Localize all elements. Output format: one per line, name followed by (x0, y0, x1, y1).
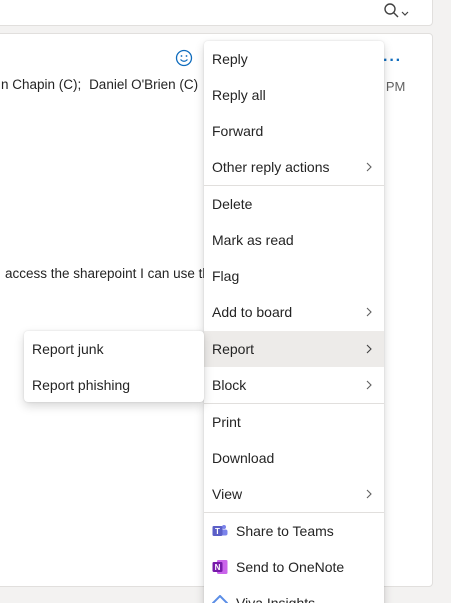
recipient-list: n Chapin (C); Daniel O'Brien (C) + (1, 77, 214, 92)
svg-text:N: N (215, 563, 221, 572)
recipient[interactable]: Daniel O'Brien (C) (89, 77, 198, 92)
message-body-text: access the sharepoint I can use tl (5, 266, 206, 281)
chevron-right-icon (366, 344, 372, 354)
teams-icon: T (212, 525, 228, 536)
svg-text:T: T (215, 527, 220, 536)
menu-item-flag[interactable]: Flag (204, 258, 384, 294)
menu-item-label: Flag (212, 268, 240, 284)
menu-item-download[interactable]: Download (204, 440, 384, 476)
menu-item-report-junk[interactable]: Report junk (24, 331, 204, 367)
menu-item-label: Download (212, 450, 275, 466)
menu-item-print[interactable]: Print (204, 404, 384, 440)
menu-item-label: Report phishing (32, 377, 131, 393)
search-bar (0, 0, 433, 26)
context-menu: Reply Reply all Forward Other reply acti… (204, 41, 384, 603)
menu-item-label: Add to board (212, 304, 293, 320)
chevron-right-icon (366, 489, 372, 499)
menu-item-label: Report (212, 341, 255, 357)
menu-item-block[interactable]: Block (204, 367, 384, 403)
menu-item-forward[interactable]: Forward (204, 113, 384, 149)
more-actions-button[interactable]: ··· (383, 53, 402, 69)
menu-item-send-to-onenote[interactable]: N Send to OneNote (204, 549, 384, 585)
menu-item-label: Delete (212, 196, 253, 212)
menu-item-label: Reply all (212, 87, 266, 103)
menu-item-label: Block (212, 377, 247, 393)
search-icon[interactable] (380, 3, 410, 21)
menu-item-add-to-board[interactable]: Add to board (204, 294, 384, 330)
chevron-right-icon (366, 307, 372, 317)
chevron-right-icon (366, 380, 372, 390)
onenote-icon: N (212, 560, 228, 574)
menu-item-label: Forward (212, 123, 264, 139)
menu-item-label: Report junk (32, 341, 104, 357)
menu-item-label: Viva Insights (236, 595, 316, 603)
menu-item-reply-all[interactable]: Reply all (204, 77, 384, 113)
outlook-page: ··· n Chapin (C); Daniel O'Brien (C) + 1… (0, 0, 451, 603)
menu-item-delete[interactable]: Delete (204, 186, 384, 222)
menu-item-report[interactable]: Report (204, 331, 384, 367)
menu-item-label: Reply (212, 51, 248, 67)
menu-item-mark-as-read[interactable]: Mark as read (204, 222, 384, 258)
menu-item-label: Other reply actions (212, 159, 330, 175)
menu-item-label: Send to OneNote (236, 559, 345, 575)
emoji-reaction-icon[interactable] (175, 49, 193, 67)
menu-item-label: Print (212, 414, 241, 430)
chevron-right-icon (366, 162, 372, 172)
menu-item-label: Share to Teams (236, 523, 334, 539)
recipient[interactable]: n Chapin (C); (1, 77, 81, 92)
menu-item-view[interactable]: View (204, 476, 384, 512)
menu-item-other-reply-actions[interactable]: Other reply actions (204, 149, 384, 185)
menu-item-report-phishing[interactable]: Report phishing (24, 367, 204, 403)
viva-insights-icon (212, 595, 228, 603)
menu-item-reply[interactable]: Reply (204, 41, 384, 77)
menu-item-label: View (212, 486, 243, 502)
menu-item-share-to-teams[interactable]: T Share to Teams (204, 513, 384, 549)
menu-item-viva-insights[interactable]: Viva Insights (204, 585, 384, 603)
report-submenu: Report junk Report phishing (24, 331, 204, 402)
menu-item-label: Mark as read (212, 232, 294, 248)
